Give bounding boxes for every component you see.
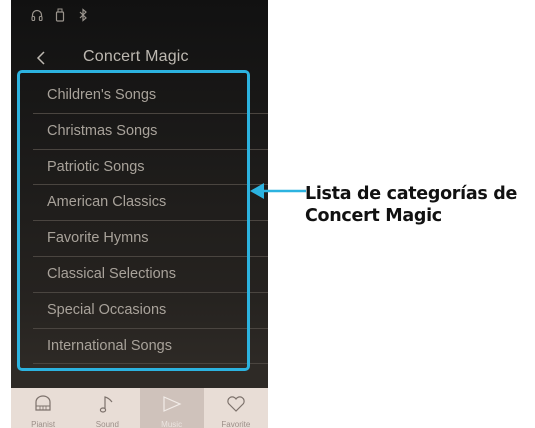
tab-label: Music	[161, 420, 183, 428]
category-list-highlight	[17, 70, 250, 371]
bluetooth-icon	[77, 8, 89, 22]
page-title: Concert Magic	[83, 48, 189, 65]
tab-label: Sound	[95, 420, 119, 428]
callout-arrow-icon	[248, 178, 308, 204]
tab-sound[interactable]: Sound	[75, 388, 139, 428]
tab-favorite[interactable]: Favorite	[204, 388, 268, 428]
annotation-line-1: Lista de categorías de	[305, 184, 518, 204]
tab-pianist[interactable]: Pianist	[11, 388, 75, 428]
play-icon	[161, 393, 183, 415]
usb-icon	[54, 8, 66, 22]
annotation-label: Lista de categorías de Concert Magic	[305, 183, 535, 227]
heart-icon	[225, 393, 247, 415]
music-note-icon	[96, 393, 118, 415]
chevron-left-icon[interactable]	[33, 46, 49, 70]
piano-icon	[32, 393, 54, 415]
annotation-line-2: Concert Magic	[305, 206, 442, 226]
tab-label: Favorite	[221, 420, 251, 428]
headphones-icon	[31, 8, 43, 22]
bottom-tab-bar: Pianist Sound Music Favorite	[11, 388, 268, 428]
tab-label: Pianist	[31, 420, 56, 428]
status-bar	[31, 8, 89, 22]
tab-music[interactable]: Music	[139, 388, 204, 428]
header: Concert Magic	[11, 40, 268, 72]
